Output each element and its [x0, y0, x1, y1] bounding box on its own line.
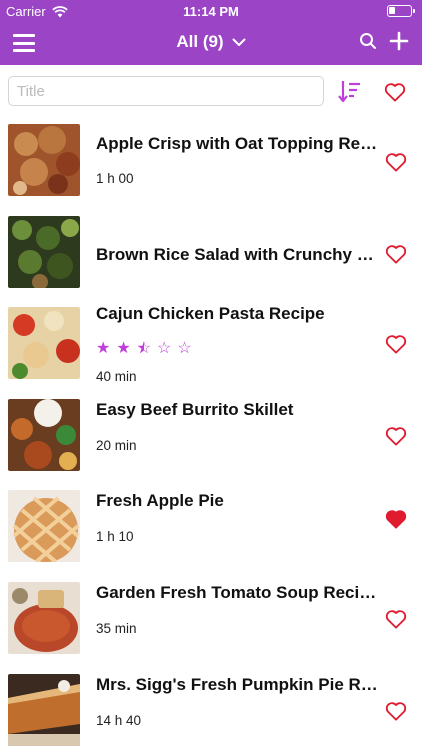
recipe-thumbnail: [8, 215, 80, 288]
recipe-thumbnail: [8, 673, 80, 746]
favorite-heart-icon[interactable]: [385, 426, 407, 446]
favorite-heart-icon[interactable]: [385, 152, 407, 172]
filter-bar: [0, 65, 422, 117]
star-empty-icon: ☆: [177, 340, 192, 358]
recipe-row[interactable]: Brown Rice Salad with Crunchy Vegetables: [0, 209, 422, 301]
title-search-input[interactable]: [8, 76, 324, 106]
recipe-row[interactable]: Mrs. Sigg's Fresh Pumpkin Pie Recipe 14 …: [0, 667, 422, 750]
recipe-title: Garden Fresh Tomato Soup Recipe: [96, 582, 378, 602]
rating-stars: ★ ★ ☆ ★ ☆ ☆: [96, 338, 192, 358]
status-time: 11:14 PM: [183, 4, 239, 19]
recipe-title: Cajun Chicken Pasta Recipe: [96, 304, 325, 324]
recipe-duration: 35 min: [96, 620, 137, 636]
recipe-duration: 14 h 40: [96, 712, 142, 728]
recipe-thumbnail: [8, 581, 80, 654]
recipe-duration: 1 h 10: [96, 529, 134, 545]
nav-bar: All (9): [0, 22, 422, 65]
nav-title: All (9): [176, 32, 224, 51]
status-bar: Carrier 11:14 PM: [0, 0, 422, 22]
recipe-title: Apple Crisp with Oat Topping Recipe: [96, 134, 378, 153]
battery-icon: [387, 5, 415, 17]
star-filled-icon: ★: [96, 340, 111, 358]
recipe-thumbnail: [8, 307, 80, 380]
chevron-down-icon: [232, 38, 246, 46]
favorite-heart-icon[interactable]: [385, 334, 407, 354]
search-icon[interactable]: [359, 32, 377, 50]
recipe-title: Easy Beef Burrito Skillet: [96, 399, 294, 419]
favorite-heart-icon[interactable]: [385, 701, 407, 721]
favorite-heart-icon[interactable]: [385, 244, 407, 264]
recipe-title: Brown Rice Salad with Crunchy Vegetables: [96, 244, 378, 264]
sort-icon[interactable]: [338, 79, 362, 103]
favorites-filter-heart-icon[interactable]: [384, 82, 406, 102]
recipe-row[interactable]: Fresh Apple Pie 1 h 10: [0, 483, 422, 575]
recipe-row[interactable]: Cajun Chicken Pasta Recipe ★ ★ ☆ ★ ☆ ☆ 40…: [0, 300, 422, 392]
recipe-list: Apple Crisp with Oat Topping Recipe 1 h …: [0, 117, 422, 750]
favorite-heart-filled-icon[interactable]: [385, 509, 407, 529]
favorite-heart-icon[interactable]: [385, 609, 407, 629]
recipe-row[interactable]: Apple Crisp with Oat Topping Recipe 1 h …: [0, 117, 422, 209]
recipe-duration: 40 min: [96, 369, 137, 385]
recipe-duration: 1 h 00: [96, 171, 134, 186]
recipe-title: Mrs. Sigg's Fresh Pumpkin Pie Recipe: [96, 674, 378, 694]
app-header: Carrier 11:14 PM All (9): [0, 0, 422, 65]
recipe-thumbnail: [8, 124, 80, 196]
recipe-row[interactable]: Garden Fresh Tomato Soup Recipe 35 min: [0, 575, 422, 667]
star-half-icon: ☆ ★: [136, 340, 152, 358]
add-recipe-icon[interactable]: [389, 31, 409, 51]
recipe-thumbnail: [8, 398, 80, 471]
star-filled-icon: ★: [116, 340, 131, 358]
star-empty-icon: ☆: [157, 340, 172, 358]
recipe-thumbnail: [8, 490, 80, 563]
recipe-duration: 20 min: [96, 437, 137, 453]
recipe-row[interactable]: Easy Beef Burrito Skillet 20 min: [0, 392, 422, 484]
recipe-title: Fresh Apple Pie: [96, 491, 224, 511]
